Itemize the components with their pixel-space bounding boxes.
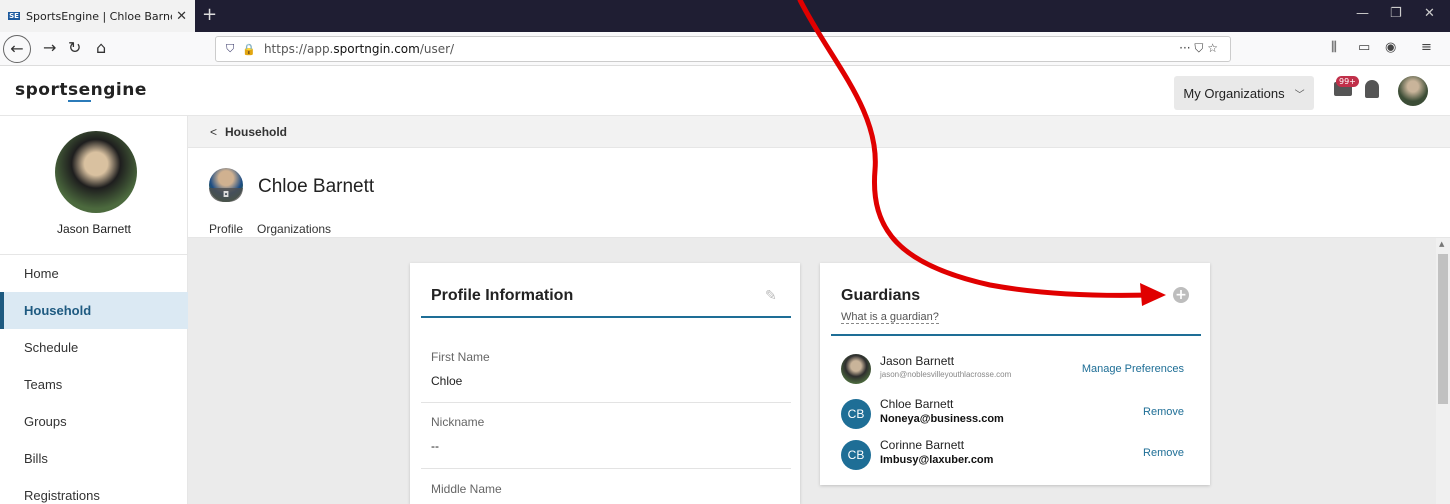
nickname-field: Nickname -- bbox=[431, 415, 780, 453]
guardian-email: Imbusy@laxuber.com bbox=[880, 454, 994, 466]
my-organizations-dropdown[interactable]: My Organizations ﹀ bbox=[1174, 76, 1314, 110]
first-name-field: First Name Chloe bbox=[431, 350, 780, 388]
logo-part: sport bbox=[15, 80, 68, 100]
reload-icon[interactable]: ↻ bbox=[68, 38, 81, 57]
what-is-guardian-link[interactable]: What is a guardian? bbox=[841, 311, 939, 324]
card-title: Guardians bbox=[841, 287, 921, 304]
guardian-initials: CB bbox=[841, 399, 871, 429]
bell-icon[interactable] bbox=[1365, 80, 1379, 98]
url-domain: sportngin.com bbox=[333, 42, 420, 56]
browser-toolbar: ← → ↻ ⌂ ⛉ 🔒 https://app. sportngin.com/us… bbox=[0, 32, 1450, 66]
logo-part: se bbox=[67, 80, 91, 102]
guardians-card: Guardians + What is a guardian? Jason Ba… bbox=[820, 263, 1210, 485]
url-prefix: https://app. bbox=[263, 42, 334, 56]
back-arrow-icon[interactable]: ← bbox=[3, 35, 31, 63]
home-icon[interactable]: ⌂ bbox=[96, 38, 106, 57]
forward-arrow-icon[interactable]: → bbox=[43, 38, 56, 57]
guardian-avatar bbox=[841, 354, 871, 384]
profile-avatar[interactable]: ◘ bbox=[209, 168, 243, 202]
org-dropdown-label: My Organizations bbox=[1183, 85, 1285, 101]
card-divider bbox=[831, 334, 1201, 336]
chevron-down-icon: ﹀ bbox=[1294, 89, 1305, 101]
browser-tab-bar: SE SportsEngine | Chloe Barnett - ✕ + — … bbox=[0, 0, 1450, 32]
page-title: Chloe Barnett bbox=[258, 176, 375, 197]
url-path: /user/ bbox=[419, 42, 455, 56]
guardian-row: CB Chloe Barnett Noneya@business.com Rem… bbox=[841, 397, 1190, 433]
profile-information-card: Profile Information ✎ First Name Chloe N… bbox=[410, 263, 800, 504]
scroll-up-arrow-icon[interactable]: ▲ bbox=[1439, 240, 1444, 248]
camera-icon[interactable]: ◘ bbox=[209, 188, 243, 202]
guardian-row: Jason Barnett jason@noblesvilleyouthlacr… bbox=[841, 354, 1190, 390]
add-guardian-icon[interactable]: + bbox=[1173, 287, 1189, 303]
profile-header: ◘ Chloe Barnett Profile Organizations bbox=[188, 148, 1450, 241]
url-bar[interactable]: ⛉ 🔒 https://app. sportngin.com/user/ ··· … bbox=[215, 36, 1231, 62]
field-label: Nickname bbox=[431, 415, 485, 429]
new-tab-icon[interactable]: + bbox=[202, 4, 217, 25]
window-close-icon[interactable]: ✕ bbox=[1424, 6, 1435, 21]
field-label: Middle Name bbox=[431, 482, 502, 496]
breadcrumb-label[interactable]: Household bbox=[225, 125, 287, 139]
guardian-name: Chloe Barnett bbox=[880, 397, 954, 411]
guardian-initials: CB bbox=[841, 440, 871, 470]
account-icon[interactable]: ◉ bbox=[1385, 40, 1396, 55]
guardian-email: Noneya@business.com bbox=[880, 413, 1004, 425]
chevron-left-icon[interactable]: < bbox=[210, 125, 217, 139]
sidebar-avatar bbox=[55, 131, 137, 213]
sidebar-item-household[interactable]: Household bbox=[0, 292, 188, 329]
sidebar-item-home[interactable]: Home bbox=[0, 255, 188, 292]
app-header: sportsengine My Organizations ﹀ 99+ bbox=[0, 66, 1450, 116]
sidebar-item-groups[interactable]: Groups bbox=[0, 403, 188, 440]
sportsengine-logo[interactable]: sportsengine bbox=[15, 80, 147, 102]
field-divider bbox=[421, 402, 791, 403]
content-area: Profile Information ✎ First Name Chloe N… bbox=[188, 238, 1436, 504]
tab-title: SportsEngine | Chloe Barnett - bbox=[26, 9, 172, 23]
guardian-row: CB Corinne Barnett Imbusy@laxuber.com Re… bbox=[841, 438, 1190, 474]
sidebar-item-bills[interactable]: Bills bbox=[0, 440, 188, 477]
sidebar-toggle-icon[interactable]: ▭ bbox=[1358, 40, 1370, 55]
field-label: First Name bbox=[431, 350, 490, 364]
field-value: Chloe bbox=[431, 374, 463, 388]
pencil-icon[interactable]: ✎ bbox=[765, 288, 779, 304]
logo-part: ngine bbox=[90, 80, 147, 100]
library-icon[interactable]: ⫼ bbox=[1331, 40, 1337, 55]
url-tools-icons[interactable]: ··· ⛉ ☆ bbox=[1179, 41, 1218, 56]
field-value: -- bbox=[431, 439, 439, 453]
remove-link[interactable]: Remove bbox=[1143, 447, 1184, 459]
guardian-email: jason@noblesvilleyouthlacrosse.com bbox=[880, 370, 1012, 379]
breadcrumb[interactable]: < Household bbox=[188, 116, 1450, 148]
sportsengine-favicon-icon: SE bbox=[8, 12, 20, 20]
card-divider bbox=[421, 316, 791, 318]
close-tab-icon[interactable]: ✕ bbox=[176, 9, 187, 24]
sidebar-menu: Home Household Schedule Teams Groups Bil… bbox=[0, 254, 188, 504]
shield-icon[interactable]: ⛉ bbox=[226, 42, 234, 56]
sidebar-item-teams[interactable]: Teams bbox=[0, 366, 188, 403]
sidebar-item-registrations[interactable]: Registrations bbox=[0, 477, 188, 504]
restore-icon[interactable]: ❐ bbox=[1390, 6, 1402, 21]
middle-name-field: Middle Name bbox=[431, 482, 780, 496]
lock-icon[interactable]: 🔒 bbox=[242, 43, 256, 56]
field-divider bbox=[421, 468, 791, 469]
minimize-icon[interactable]: — bbox=[1356, 6, 1369, 21]
manage-preferences-link[interactable]: Manage Preferences bbox=[1082, 363, 1184, 375]
sidebar-item-schedule[interactable]: Schedule bbox=[0, 329, 188, 366]
guardian-name: Jason Barnett bbox=[880, 354, 955, 368]
page-scrollbar[interactable]: ▲ bbox=[1436, 238, 1450, 504]
browser-tab[interactable]: SE SportsEngine | Chloe Barnett - ✕ bbox=[0, 0, 195, 32]
sidebar-user-name: Jason Barnett bbox=[56, 222, 132, 236]
scroll-thumb[interactable] bbox=[1438, 254, 1448, 404]
remove-link[interactable]: Remove bbox=[1143, 406, 1184, 418]
guardian-name: Corinne Barnett bbox=[880, 438, 965, 452]
menu-icon[interactable]: ≡ bbox=[1421, 40, 1432, 55]
mail-badge: 99+ bbox=[1336, 76, 1359, 87]
card-title: Profile Information bbox=[431, 287, 574, 304]
sidebar: Jason Barnett Home Household Schedule Te… bbox=[0, 116, 188, 504]
user-avatar[interactable] bbox=[1398, 76, 1428, 106]
